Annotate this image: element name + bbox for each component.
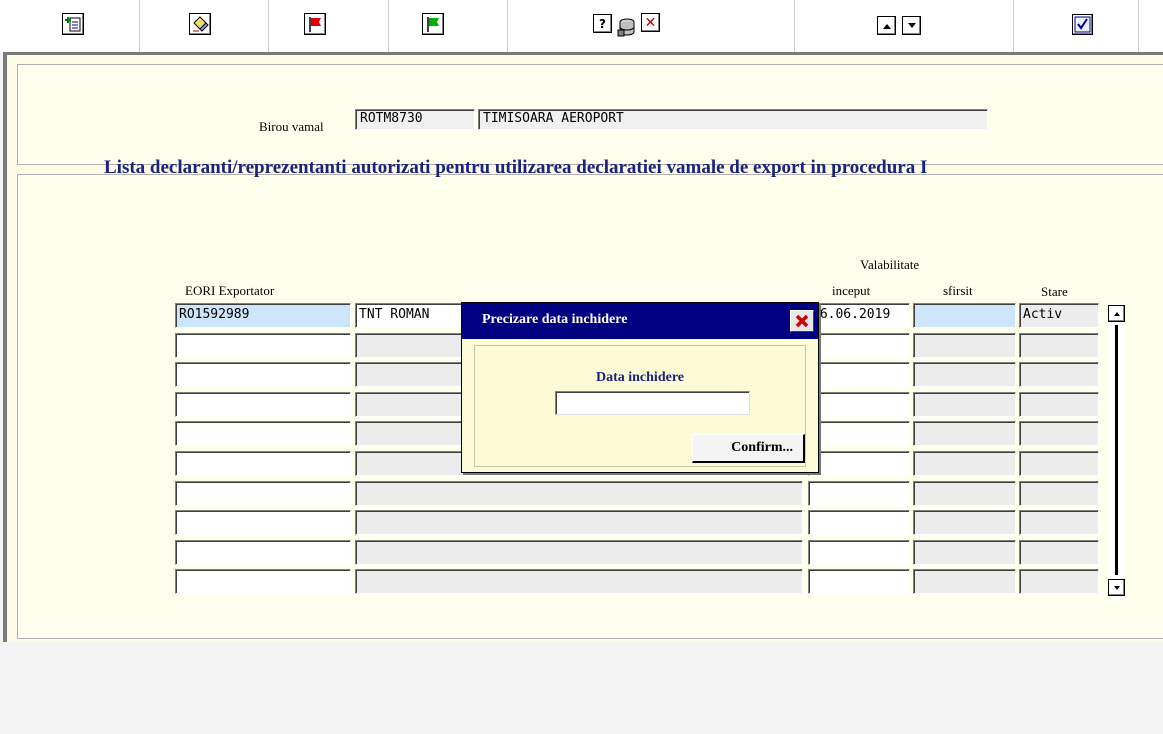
customs-office-name-field: TIMISOARA AEROPORT <box>478 109 988 130</box>
erase-icon <box>193 16 209 32</box>
close-date-label: Data inchidere <box>595 370 684 385</box>
end-date-cell[interactable] <box>913 362 1016 387</box>
dialog-title: Precizare data inchidere <box>482 312 628 327</box>
status-area <box>0 645 1163 734</box>
status-cell[interactable] <box>1019 451 1099 476</box>
close-icon <box>795 314 809 328</box>
toolbar-separator <box>1138 0 1139 52</box>
company-name-cell[interactable] <box>355 569 803 594</box>
red-flag-button[interactable] <box>304 13 326 35</box>
close-date-dialog: Precizare data inchidere Data inchidere … <box>461 302 819 473</box>
green-flag-icon <box>427 17 439 32</box>
scroll-up-icon <box>882 23 891 29</box>
list-scrollbar[interactable] <box>1107 303 1126 599</box>
move-up-button[interactable] <box>877 16 896 35</box>
toolbar-separator <box>139 0 140 52</box>
status-cell[interactable] <box>1019 540 1099 565</box>
eori-cell[interactable] <box>175 569 351 594</box>
dialog-body: Data inchidere Confirm... <box>474 345 806 467</box>
scroll-up-button[interactable] <box>1108 305 1125 322</box>
end-date-cell[interactable] <box>913 421 1016 446</box>
list-title: Lista declaranti/reprezentanti autorizat… <box>104 157 928 178</box>
move-down-button[interactable] <box>902 16 921 35</box>
end-date-cell[interactable] <box>913 451 1016 476</box>
start-date-cell[interactable] <box>808 421 910 446</box>
status-cell[interactable] <box>1019 481 1099 506</box>
toolbar-separator <box>1013 0 1014 52</box>
scroll-down-icon <box>1113 585 1120 590</box>
validity-header: Valabilitate <box>860 257 920 272</box>
toolbar-separator <box>794 0 795 52</box>
start-date-cell[interactable]: 26.06.2019 <box>808 303 910 328</box>
close-date-input[interactable] <box>555 391 750 415</box>
status-header: Stare <box>1041 284 1068 299</box>
database-button[interactable] <box>616 15 638 39</box>
end-date-cell[interactable] <box>913 303 1016 328</box>
green-flag-button[interactable] <box>422 13 444 35</box>
start-date-cell[interactable] <box>808 569 910 594</box>
delete-icon: ✕ <box>644 14 657 31</box>
start-date-cell[interactable] <box>808 481 910 506</box>
end-date-cell[interactable] <box>913 510 1016 535</box>
end-date-cell[interactable] <box>913 569 1016 594</box>
database-icon <box>617 18 635 37</box>
start-date-header: inceput <box>832 283 871 298</box>
status-cell[interactable] <box>1019 392 1099 417</box>
status-cell[interactable]: Activ <box>1019 303 1099 328</box>
start-date-cell[interactable] <box>808 333 910 358</box>
add-record-button[interactable] <box>62 13 84 35</box>
add-record-icon <box>65 17 81 32</box>
status-cell[interactable] <box>1019 569 1099 594</box>
dialog-close-button[interactable] <box>790 310 814 332</box>
end-date-cell[interactable] <box>913 333 1016 358</box>
toolbar-separator <box>507 0 508 52</box>
dialog-titlebar: Precizare data inchidere <box>462 303 818 339</box>
delete-button[interactable]: ✕ <box>641 13 660 32</box>
status-cell[interactable] <box>1019 421 1099 446</box>
company-name-cell[interactable] <box>355 510 803 535</box>
end-date-cell[interactable] <box>913 540 1016 565</box>
scroll-down-icon <box>907 22 916 28</box>
status-cell[interactable] <box>1019 333 1099 358</box>
start-date-cell[interactable] <box>808 510 910 535</box>
company-name-cell[interactable] <box>355 540 803 565</box>
red-flag-icon <box>309 17 321 32</box>
customs-office-code-field[interactable]: ROTM8730 <box>355 109 475 130</box>
start-date-cell[interactable] <box>808 362 910 387</box>
scroll-down-button[interactable] <box>1108 579 1125 596</box>
eori-header: EORI Exportator <box>185 283 275 298</box>
eori-cell[interactable]: RO1592989 <box>175 303 351 328</box>
company-name-cell[interactable] <box>355 481 803 506</box>
eori-cell[interactable] <box>175 510 351 535</box>
eori-cell[interactable] <box>175 481 351 506</box>
confirm-button[interactable]: Confirm... <box>692 434 805 463</box>
checkbox-icon <box>1074 16 1091 33</box>
eori-cell[interactable] <box>175 362 351 387</box>
scroll-track[interactable] <box>1115 325 1118 575</box>
scroll-up-icon <box>1113 311 1120 316</box>
help-button[interactable]: ? <box>593 14 612 33</box>
start-date-cell[interactable] <box>808 451 910 476</box>
erase-button[interactable] <box>189 13 211 35</box>
eori-cell[interactable] <box>175 392 351 417</box>
status-cell[interactable] <box>1019 510 1099 535</box>
start-date-cell[interactable] <box>808 540 910 565</box>
status-cell[interactable] <box>1019 362 1099 387</box>
end-date-header: sfirsit <box>943 283 973 298</box>
eori-cell[interactable] <box>175 421 351 446</box>
end-date-cell[interactable] <box>913 392 1016 417</box>
end-date-cell[interactable] <box>913 481 1016 506</box>
toolbar: ? ✕ <box>0 0 1163 52</box>
start-date-cell[interactable] <box>808 392 910 417</box>
help-icon: ? <box>599 16 606 31</box>
customs-office-label: Birou vamal <box>259 119 324 134</box>
eori-cell[interactable] <box>175 451 351 476</box>
eori-cell[interactable] <box>175 540 351 565</box>
toolbar-separator <box>388 0 389 52</box>
checkbox-button[interactable] <box>1072 14 1093 35</box>
eori-cell[interactable] <box>175 333 351 358</box>
toolbar-separator <box>268 0 269 52</box>
